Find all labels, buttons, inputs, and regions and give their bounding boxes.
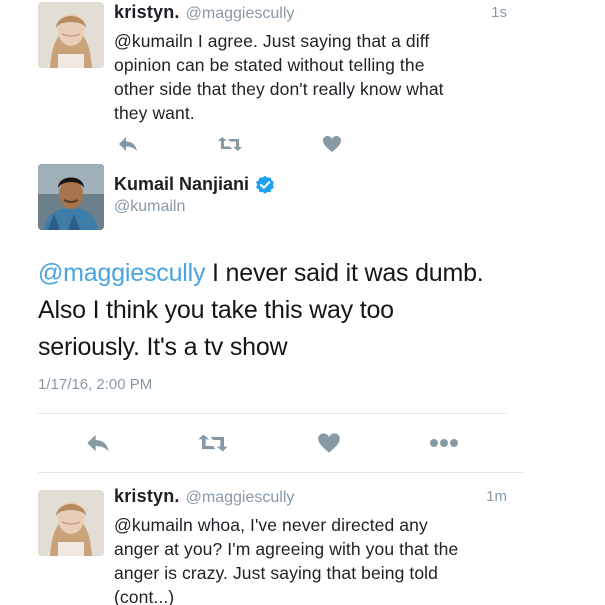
reply-icon	[119, 137, 137, 151]
retweet-icon	[198, 434, 228, 452]
timestamp: 1m	[486, 488, 507, 505]
tweet-text-fragment: I never said it was dumb.	[205, 259, 484, 287]
avatar[interactable]	[38, 490, 104, 556]
tweet-actions	[38, 425, 478, 461]
retweet-icon	[218, 137, 242, 151]
mention-link[interactable]: @maggiescully	[38, 259, 205, 287]
author-handle[interactable]: @maggiescully	[186, 489, 295, 506]
tweet-date: 1/17/16, 2:00 PM	[38, 376, 153, 393]
like-button[interactable]	[311, 425, 347, 461]
tweet-text-line: Also I think you take this way too	[38, 296, 394, 324]
tweet-header: kristyn. @maggiescully 1s	[114, 2, 605, 26]
tweet-text-line: opinion can be stated without telling th…	[114, 55, 425, 75]
like-icon	[318, 433, 340, 453]
tweet-thread: kristyn. @maggiescully 1s @kumailn I agre…	[0, 0, 605, 605]
avatar[interactable]	[38, 164, 104, 230]
author-name-row: Kumail Nanjiani	[114, 174, 275, 195]
reply-icon	[87, 434, 109, 452]
tweet-text-line: they want.	[114, 103, 195, 123]
retweet-button[interactable]	[195, 425, 231, 461]
avatar[interactable]	[38, 2, 104, 68]
verified-badge-icon	[256, 175, 274, 194]
author-name[interactable]: kristyn.	[114, 486, 180, 506]
author-handle[interactable]: @maggiescully	[186, 5, 295, 22]
author-name[interactable]: Kumail Nanjiani	[114, 174, 249, 195]
more-options-button[interactable]	[426, 425, 462, 461]
tweet-text-line: @kumailn whoa, I've never directed any	[114, 515, 428, 535]
author-name[interactable]: kristyn.	[114, 2, 180, 22]
divider	[38, 472, 524, 473]
tweet-text-line: @kumailn I agree. Just saying that a dif…	[114, 31, 430, 51]
like-button[interactable]	[318, 130, 346, 158]
tweet-text-line: other side that they don't really know w…	[114, 79, 444, 99]
reply-button[interactable]	[114, 130, 142, 158]
tweet-text: @kumailn whoa, I've never directed any a…	[114, 513, 605, 605]
tweet-text-line: seriously. It's a tv show	[38, 333, 288, 361]
tweet-header: kristyn. @maggiescully 1m	[114, 486, 605, 510]
timestamp: 1s	[491, 4, 507, 21]
tweet-text-line: (cont...)	[114, 587, 175, 605]
tweet-text: @maggiescully I never said it was dumb. …	[38, 255, 484, 366]
retweet-button[interactable]	[216, 130, 244, 158]
tweet-actions	[114, 130, 414, 158]
author-handle[interactable]: @kumailn	[114, 198, 185, 216]
tweet-text-line: anger is crazy. Just saying that being t…	[114, 563, 439, 583]
divider	[38, 413, 506, 414]
tweet-text-line: @maggiescully I never said it was dumb.	[38, 255, 484, 292]
more-icon	[430, 439, 458, 447]
tweet-text: @kumailn I agree. Just saying that a dif…	[114, 29, 605, 125]
tweet-text-line: anger at you? I'm agreeing with you that…	[114, 539, 459, 559]
like-icon	[323, 136, 341, 152]
reply-button[interactable]	[80, 425, 116, 461]
